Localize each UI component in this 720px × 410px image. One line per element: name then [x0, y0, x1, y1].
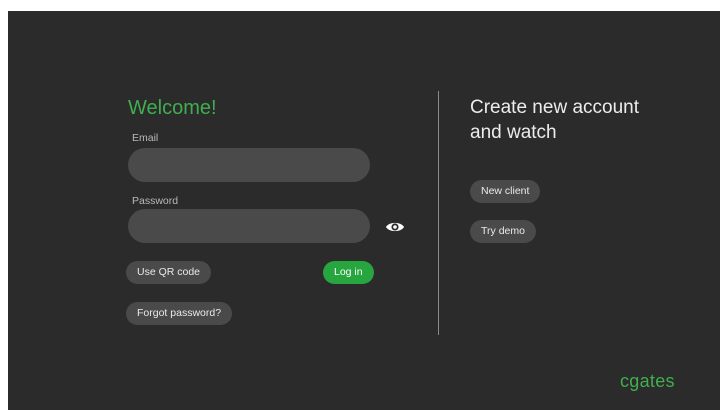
forgot-password-button[interactable]: Forgot password?: [126, 302, 233, 325]
cgates-logo: cgates: [620, 371, 675, 391]
log-in-button[interactable]: Log in: [323, 261, 374, 284]
password-field[interactable]: [128, 209, 370, 243]
welcome-title: Welcome!: [128, 97, 217, 119]
eye-icon-graphic: [386, 222, 404, 232]
tv-screen: Welcome! Email Password Use QR code Log …: [8, 11, 720, 410]
password-label: Password: [132, 195, 179, 207]
use-qr-code-button[interactable]: Use QR code: [126, 261, 212, 284]
email-field[interactable]: [128, 148, 370, 182]
vertical-divider: [438, 91, 439, 335]
create-account-title-line-1: Create new account: [470, 97, 639, 118]
try-demo-button[interactable]: Try demo: [470, 220, 536, 243]
create-account-title: Create new account and watch: [470, 95, 690, 145]
new-client-button[interactable]: New client: [470, 180, 541, 203]
create-account-title-line-2: and watch: [470, 122, 557, 143]
email-label: Email: [132, 132, 159, 144]
eye-icon[interactable]: [385, 219, 405, 235]
